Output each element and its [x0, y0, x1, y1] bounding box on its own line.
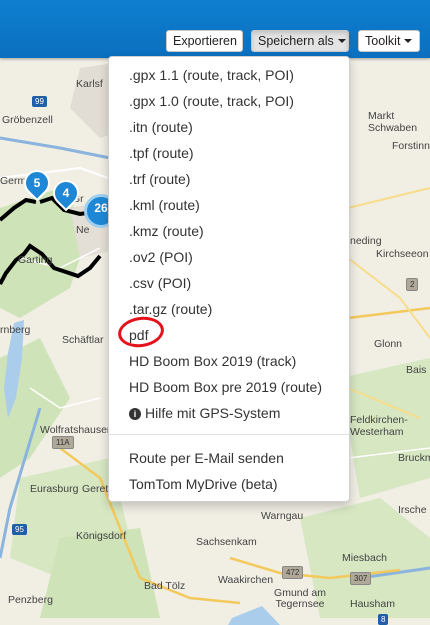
place-label: Bad Tölz — [144, 580, 186, 592]
place-label: Penzberg — [8, 594, 53, 606]
place-label: Irsche — [398, 504, 427, 516]
road-shield: 11A — [52, 436, 74, 449]
menu-item-targz[interactable]: .tar.gz (route) — [129, 301, 212, 317]
top-toolbar: Exportieren Speichern als Toolkit — [0, 0, 430, 58]
menu-item-tomtom-mydrive[interactable]: TomTom MyDrive (beta) — [129, 476, 278, 492]
gps-help-label: Hilfe mit GPS-System — [145, 405, 281, 421]
menu-item-hd-boom-box-2019[interactable]: HD Boom Box 2019 (track) — [129, 353, 296, 369]
place-label: Forstinn — [392, 140, 430, 152]
road-shield: 472 — [282, 566, 304, 579]
place-label: Wolfratshausen — [40, 424, 113, 436]
menu-item-ov2[interactable]: .ov2 (POI) — [129, 249, 193, 265]
menu-item-gpx10[interactable]: .gpx 1.0 (route, track, POI) — [129, 93, 294, 109]
menu-item-tpf[interactable]: .tpf (route) — [129, 145, 194, 161]
export-button[interactable]: Exportieren — [166, 30, 243, 52]
menu-item-gpx11[interactable]: .gpx 1.1 (route, track, POI) — [129, 67, 294, 83]
place-label: Feldkirchen-Westerham — [350, 414, 408, 438]
place-label: Bruckm — [398, 452, 430, 464]
toolkit-dropdown-button[interactable]: Toolkit — [358, 30, 420, 52]
menu-item-gps-help[interactable]: i Hilfe mit GPS-System — [129, 405, 280, 421]
menu-divider — [109, 434, 349, 435]
place-label: Glonn — [374, 338, 403, 350]
save-as-label: Speichern als — [258, 34, 334, 48]
menu-item-kmz[interactable]: .kmz (route) — [129, 223, 204, 239]
road-shield: 307 — [350, 572, 372, 585]
place-label: Gmund am Tegernsee — [274, 587, 326, 610]
info-icon: i — [129, 408, 141, 420]
place-label: rnberg — [0, 324, 31, 336]
place-label: Markt Schwaben — [368, 110, 418, 134]
place-label: Karlsf — [76, 78, 103, 90]
menu-item-csv[interactable]: .csv (POI) — [129, 275, 191, 291]
menu-item-itn[interactable]: .itn (route) — [129, 119, 193, 135]
place-label: Germ — [0, 175, 27, 187]
place-label: Warngau — [261, 510, 304, 522]
place-label: Miesbach — [342, 552, 387, 564]
place-label: Ne — [76, 224, 90, 236]
place-label: Garting — [18, 254, 53, 266]
road-shield: 99 — [32, 96, 47, 107]
road-shield: 8 — [378, 614, 389, 625]
place-label: Schäftlar — [62, 334, 104, 346]
place-label: Sachsenkam — [196, 536, 257, 548]
toolkit-label: Toolkit — [365, 34, 401, 48]
place-label: Bais — [406, 364, 427, 376]
chevron-down-icon — [337, 39, 346, 43]
place-label: Waakirchen — [218, 574, 274, 586]
save-as-dropdown-menu: .gpx 1.1 (route, track, POI) .gpx 1.0 (r… — [108, 56, 350, 502]
road-shield: 95 — [12, 524, 27, 535]
save-as-dropdown-button[interactable]: Speichern als — [251, 30, 349, 52]
place-label: Königsdorf — [76, 530, 127, 542]
place-label: Hausham — [350, 598, 395, 610]
menu-item-email-route[interactable]: Route per E-Mail senden — [129, 450, 284, 466]
chevron-down-icon — [404, 39, 413, 43]
menu-item-kml[interactable]: .kml (route) — [129, 197, 200, 213]
place-label: neding — [350, 235, 382, 247]
place-label: Geret — [82, 483, 109, 495]
place-label: Gröbenzell — [2, 114, 53, 126]
place-label: Eurasburg — [30, 483, 79, 495]
place-label: Kirchseeon — [376, 248, 429, 260]
menu-item-hd-boom-box-pre-2019[interactable]: HD Boom Box pre 2019 (route) — [129, 379, 322, 395]
road-shield: 2 — [406, 278, 419, 291]
menu-item-trf[interactable]: .trf (route) — [129, 171, 190, 187]
